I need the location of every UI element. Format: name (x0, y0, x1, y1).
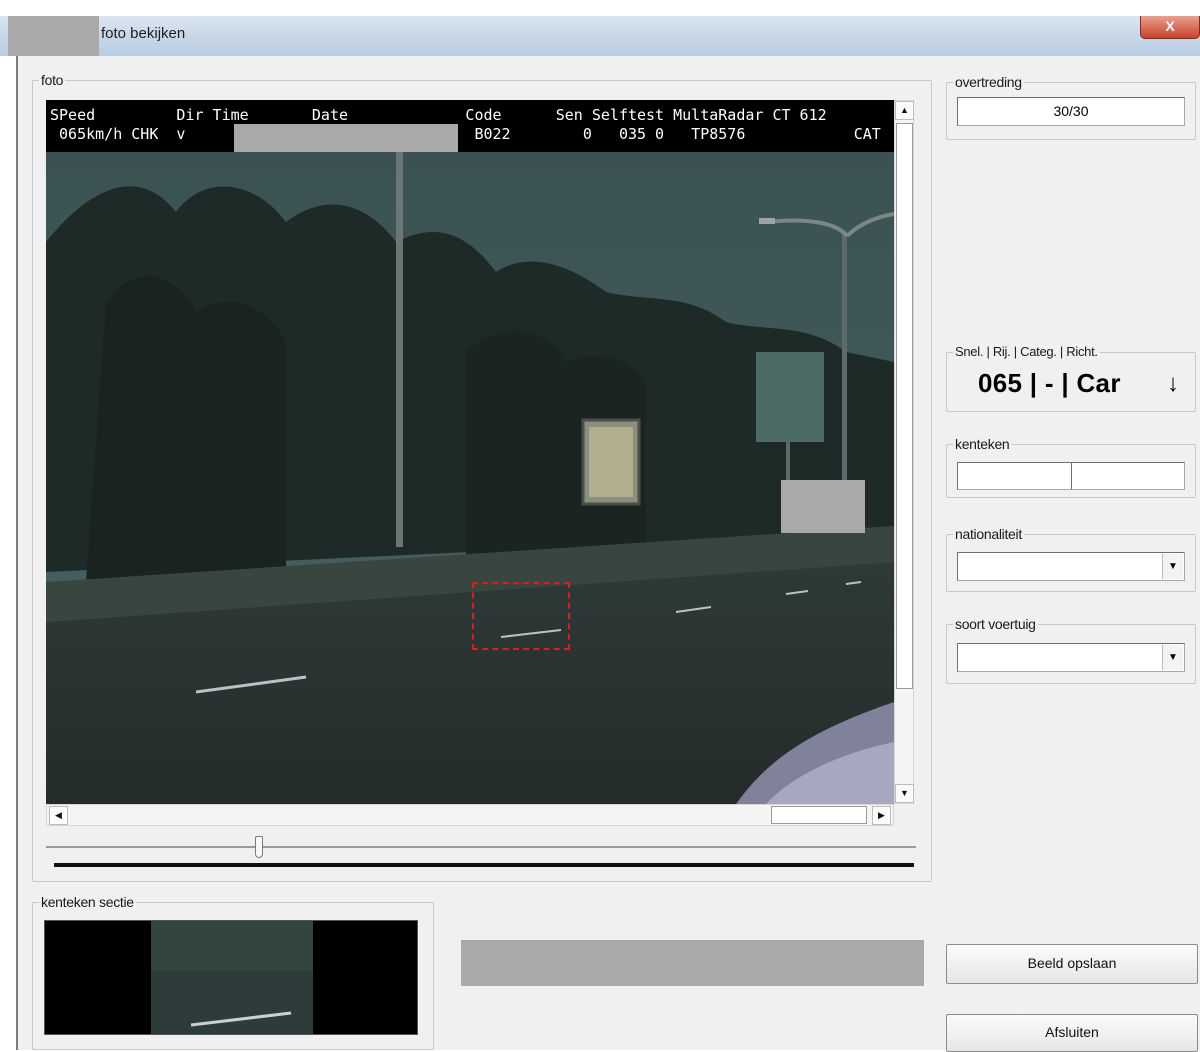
scroll-left-button[interactable]: ◀ (49, 806, 68, 825)
scroll-down-button[interactable]: ▼ (895, 784, 914, 803)
nationaliteit-dropdown-icon[interactable]: ▼ (1162, 554, 1183, 579)
kenteken-field-1[interactable] (957, 462, 1073, 490)
photo-vertical-scrollbar[interactable]: ▲ ▼ (894, 100, 914, 804)
window-title: foto bekijken (101, 25, 186, 42)
speed-info-value: 065 | - | Car (978, 368, 1121, 398)
date-time-redaction (234, 124, 458, 154)
plate-redaction (781, 480, 865, 533)
kenteken-label: kenteken (953, 436, 1012, 452)
scroll-up-button[interactable]: ▲ (895, 101, 914, 120)
scroll-right-button[interactable]: ▶ (872, 806, 891, 825)
photo-horizontal-scrollbar[interactable]: ◀ ▶ (46, 804, 894, 826)
progress-line (54, 863, 914, 867)
overtreding-label: overtreding (953, 74, 1024, 90)
speed-camera-photo[interactable]: SPeed Dir Time Date Code Sen Selftest Mu… (46, 100, 894, 804)
save-image-button[interactable]: Beeld opslaan (946, 944, 1198, 984)
close-window-button[interactable]: X (1140, 16, 1200, 39)
soort-voertuig-select[interactable]: ▼ (957, 643, 1185, 672)
kenteken-field-2[interactable] (1071, 462, 1185, 490)
photo-data-overlay: SPeed Dir Time Date Code Sen Selftest Mu… (46, 100, 894, 154)
close-button[interactable]: Afsluiten (946, 1014, 1198, 1052)
foto-group-label: foto (39, 72, 66, 88)
horizontal-scroll-thumb[interactable] (771, 806, 867, 824)
plate-crop-image (151, 921, 313, 1034)
overlay-header-line: SPeed Dir Time Date Code Sen Selftest Mu… (50, 106, 827, 124)
soort-voertuig-dropdown-icon[interactable]: ▼ (1162, 645, 1183, 670)
soort-voertuig-label: soort voertuig (953, 616, 1038, 632)
plate-crop-view (44, 920, 418, 1035)
speed-info-label: Snel. | Rij. | Categ. | Richt. (953, 344, 1100, 359)
plate-detection-box (472, 582, 570, 650)
down-arrow-icon: ↓ (1167, 370, 1179, 397)
status-redaction (461, 940, 924, 986)
overtreding-counter: 30/30 (957, 97, 1185, 126)
zoom-slider-track[interactable] (46, 846, 916, 848)
title-bar: foto bekijken X (0, 16, 1200, 56)
zoom-slider-thumb[interactable] (255, 836, 263, 858)
vertical-scroll-thumb[interactable] (896, 123, 913, 689)
scrollbar-corner (894, 804, 914, 826)
nationaliteit-label: nationaliteit (953, 526, 1024, 542)
overlay-values-line: 065km/h CHK v B022 0 035 0 TP8576 CAT (50, 125, 881, 143)
kenteken-sectie-label: kenteken sectie (39, 894, 136, 910)
app-icon-redacted (8, 16, 99, 56)
road-scene-image (46, 152, 894, 804)
nationaliteit-select[interactable]: ▼ (957, 552, 1185, 581)
